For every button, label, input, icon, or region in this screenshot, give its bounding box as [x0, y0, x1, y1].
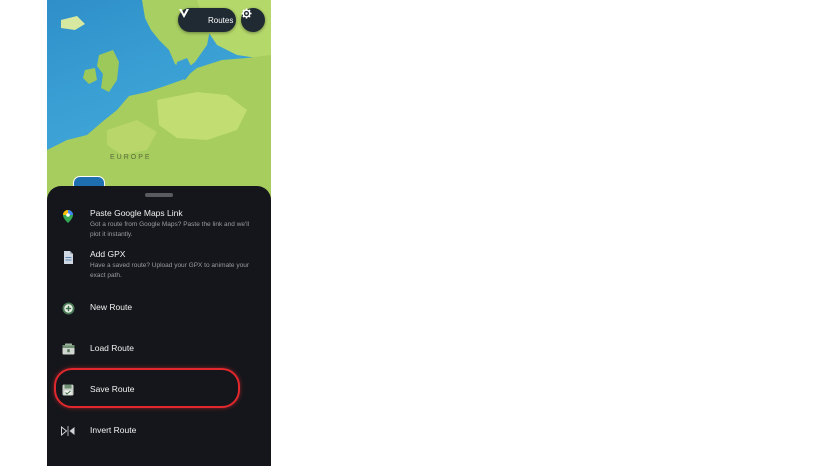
menu-item-title: Invert Route — [90, 425, 137, 435]
menu-item-description: Have a saved route? Upload your GPX to a… — [90, 262, 249, 279]
menu-item-title: New Route — [90, 302, 133, 312]
routes-logo-icon — [179, 9, 201, 29]
settings-button[interactable] — [241, 8, 265, 32]
bottom-sheet: Paste Google Maps Link Got a route from … — [47, 186, 271, 466]
highlight-ring — [54, 368, 240, 408]
menu-item-title: Load Route — [90, 343, 134, 353]
file-icon — [61, 250, 75, 264]
add-icon — [61, 301, 75, 315]
routes-button[interactable]: Routes — [178, 8, 236, 32]
menu-item-add-gpx[interactable]: Add GPX Have a saved route? Upload your … — [61, 249, 261, 280]
menu-item-paste-google-maps-link[interactable]: Paste Google Maps Link Got a route from … — [61, 208, 261, 239]
menu-item-description: Got a route from Google Maps? Paste the … — [90, 221, 250, 238]
map-landmass — [47, 0, 271, 200]
menu-item-title: Add GPX — [90, 249, 126, 259]
folder-icon — [61, 342, 75, 356]
phone-screen: EUROPE Routes Paste Google Maps Link Got… — [47, 0, 271, 466]
menu-item-invert-route[interactable]: Invert Route — [61, 423, 261, 438]
map-pin-icon — [61, 209, 75, 223]
map-view[interactable]: EUROPE Routes — [47, 0, 271, 200]
menu-item-title: Paste Google Maps Link — [90, 208, 183, 218]
menu-item-load-route[interactable]: Load Route — [61, 341, 261, 356]
sheet-drag-handle[interactable] — [145, 193, 173, 197]
menu-item-new-route[interactable]: New Route — [61, 300, 261, 315]
region-label: EUROPE — [110, 154, 152, 161]
invert-icon — [61, 424, 75, 438]
routes-button-label: Routes — [208, 15, 234, 25]
